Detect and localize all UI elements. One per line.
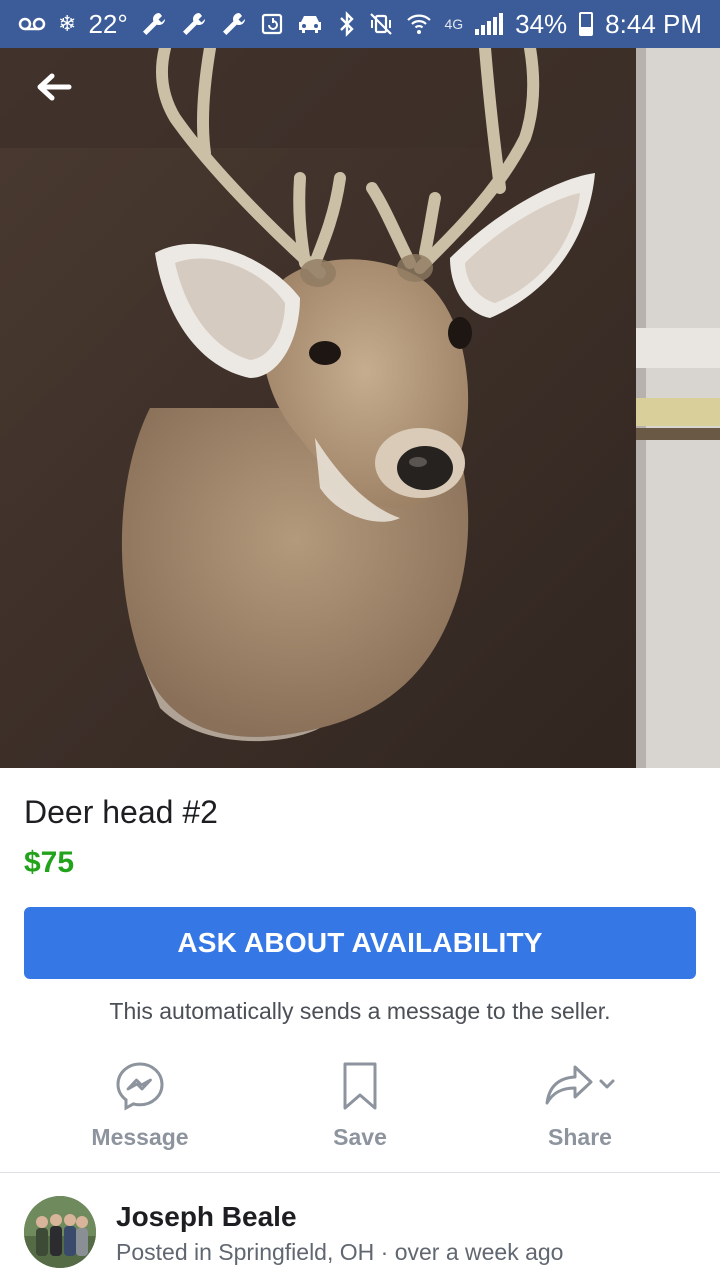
status-left: ❄ 22°: [18, 9, 324, 40]
car-icon: [296, 13, 324, 35]
battery-level: [581, 27, 592, 34]
temperature: 22°: [88, 8, 128, 39]
signal-icon: [475, 13, 504, 35]
posted-time: over a week ago: [394, 1239, 564, 1265]
listing-title: Deer head #2: [24, 794, 218, 830]
battery-icon: [579, 12, 594, 36]
seller-name[interactable]: Joseph Beale: [116, 1201, 297, 1233]
wifi-icon: [406, 12, 432, 36]
share-label: Share: [548, 1124, 612, 1150]
ask-availability-button[interactable]: ASK ABOUT AVAILABILITY: [24, 907, 696, 979]
mute-vibrate-icon: [368, 11, 394, 37]
bluetooth-icon: [338, 11, 356, 37]
seller-location: Posted in Springfield, OH: [116, 1239, 375, 1265]
deer-head-image: [0, 48, 720, 768]
wrench-icon: [180, 10, 208, 38]
snowflake-icon: ❄: [58, 11, 77, 36]
save-label: Save: [333, 1124, 387, 1150]
wrench-icon: [220, 10, 248, 38]
network-type: 4G: [444, 16, 464, 32]
action-row: Message Save Share: [0, 1060, 720, 1160]
listing-photo[interactable]: [0, 48, 720, 768]
status-bar: ❄ 22° 4G 34% 8:44 PM: [0, 0, 720, 48]
divider: [0, 1172, 720, 1173]
wrench-icon: [140, 10, 168, 38]
battery-percent: 34%: [515, 8, 568, 39]
seller-meta: Posted in Springfield, OH · over a week …: [116, 1239, 564, 1265]
back-button[interactable]: [36, 72, 92, 120]
save-action-button[interactable]: Save: [270, 1060, 450, 1160]
voicemail-icon: [18, 16, 46, 32]
avatar[interactable]: [24, 1196, 96, 1268]
message-label: Message: [91, 1124, 189, 1150]
share-action-button[interactable]: Share: [490, 1060, 670, 1160]
status-right: 4G 34% 8:44 PM: [338, 9, 702, 40]
listing-price: $75: [24, 846, 75, 879]
screenshot-icon: [260, 12, 284, 36]
messenger-icon: [115, 1061, 165, 1116]
clock: 8:44 PM: [605, 8, 702, 39]
bookmark-icon: [342, 1061, 378, 1116]
share-icon: [541, 1061, 619, 1116]
ask-note: This automatically sends a message to th…: [109, 998, 611, 1024]
message-action-button[interactable]: Message: [50, 1060, 230, 1160]
